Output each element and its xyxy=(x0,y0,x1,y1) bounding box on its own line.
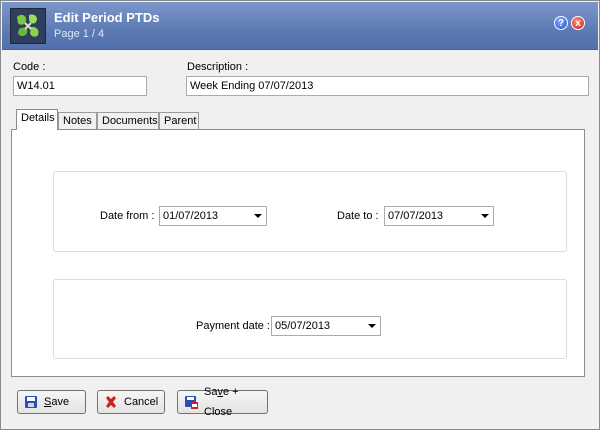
close-icon[interactable]: x xyxy=(571,16,585,30)
payment-date-value: 05/07/2013 xyxy=(275,320,331,332)
date-from-select[interactable]: 01/07/2013 xyxy=(159,206,267,226)
save-close-button[interactable]: Save + Close xyxy=(177,386,268,418)
window-title: Edit Period PTDs xyxy=(54,10,160,25)
date-from-label: Date from : xyxy=(100,210,155,222)
date-to-label: Date to : xyxy=(337,210,379,222)
save-close-icon xyxy=(184,395,198,409)
cancel-button[interactable]: Cancel xyxy=(97,390,165,414)
chevron-down-icon[interactable] xyxy=(254,214,262,218)
code-field[interactable]: W14.01 xyxy=(13,76,147,96)
chevron-down-icon[interactable] xyxy=(481,214,489,218)
tab-documents[interactable]: Documents xyxy=(97,112,159,130)
tab-details[interactable]: Details xyxy=(16,109,58,130)
payment-date-select[interactable]: 05/07/2013 xyxy=(271,316,381,336)
save-close-label: Save + Close xyxy=(204,386,239,418)
date-range-group: Date from : 01/07/2013 Date to : 07/07/2… xyxy=(53,171,567,252)
app-logo-icon xyxy=(10,8,46,44)
payment-group: Payment date : 05/07/2013 xyxy=(53,279,567,359)
floppy-disk-icon xyxy=(24,395,38,409)
date-to-select[interactable]: 07/07/2013 xyxy=(384,206,494,226)
cancel-label: Cancel xyxy=(124,396,159,408)
code-label: Code : xyxy=(13,61,46,73)
details-panel: Date from : 01/07/2013 Date to : 07/07/2… xyxy=(11,129,585,377)
cancel-x-icon xyxy=(104,395,118,409)
page-indicator: Page 1 / 4 xyxy=(54,28,105,40)
save-label: Save xyxy=(44,396,70,408)
payment-date-label: Payment date : xyxy=(196,320,270,332)
description-field[interactable]: Week Ending 07/07/2013 xyxy=(186,76,589,96)
tab-parent[interactable]: Parent xyxy=(159,112,199,130)
description-label: Description : xyxy=(187,61,249,73)
edit-period-dialog: Edit Period PTDs Page 1 / 4 ? x Code : W… xyxy=(0,0,600,430)
save-button[interactable]: Save xyxy=(17,390,86,414)
chevron-down-icon[interactable] xyxy=(368,324,376,328)
title-banner: Edit Period PTDs Page 1 / 4 ? x xyxy=(2,2,598,50)
date-to-value: 07/07/2013 xyxy=(388,210,444,222)
date-from-value: 01/07/2013 xyxy=(163,210,219,222)
help-icon[interactable]: ? xyxy=(554,16,568,30)
tab-notes[interactable]: Notes xyxy=(58,112,97,130)
